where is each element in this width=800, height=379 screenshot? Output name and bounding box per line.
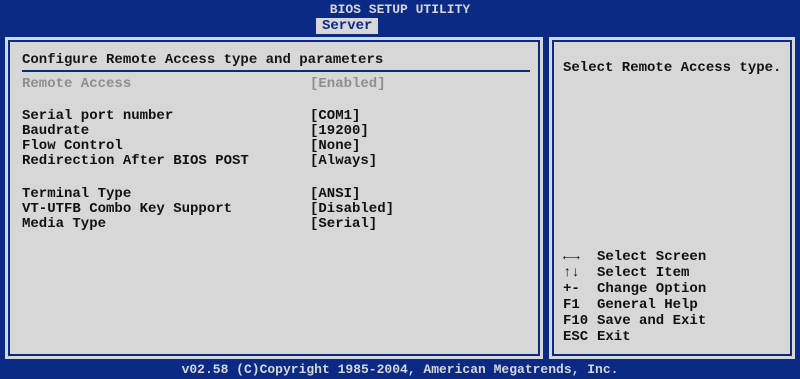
setting-redirection-label[interactable]: Redirection After BIOS POST bbox=[22, 154, 249, 169]
help-text: Select Remote Access type. bbox=[563, 60, 782, 76]
setting-terminal-type-label[interactable]: Terminal Type bbox=[22, 187, 131, 202]
setting-combo-key-label[interactable]: VT-UTFB Combo Key Support bbox=[22, 202, 232, 217]
setting-serial-port-value[interactable]: [COM1] bbox=[310, 109, 360, 124]
key-action: Save and Exit bbox=[597, 313, 707, 329]
key-action: General Help bbox=[597, 297, 698, 313]
key-legend-row: ↑↓ Select Item bbox=[563, 265, 706, 281]
setting-redirection-value[interactable]: [Always] bbox=[310, 154, 377, 169]
key-name: ESC bbox=[563, 329, 589, 345]
key-legend: ←→ Select Screen ↑↓ Select Item +- Change O… bbox=[563, 249, 706, 345]
key-legend-row: +- Change Option bbox=[563, 281, 706, 297]
setting-media-type-label[interactable]: Media Type bbox=[22, 217, 106, 232]
setting-flow-control-value[interactable]: [None] bbox=[310, 139, 360, 154]
section-separator bbox=[22, 70, 530, 72]
setting-baudrate-label[interactable]: Baudrate bbox=[22, 124, 89, 139]
setting-serial-port-label[interactable]: Serial port number bbox=[22, 109, 173, 124]
panel-divider bbox=[543, 37, 549, 359]
key-action: Change Option bbox=[597, 281, 707, 297]
arrow-up-down-icon: ↑↓ bbox=[563, 265, 580, 281]
key-legend-row: F1 General Help bbox=[563, 297, 706, 313]
footer-copyright: v02.58 (C)Copyright 1985-2004, American … bbox=[181, 362, 619, 377]
setting-combo-key-value[interactable]: [Disabled] bbox=[310, 202, 394, 217]
setting-baudrate-value[interactable]: [19200] bbox=[310, 124, 369, 139]
key-legend-row: F10 Save and Exit bbox=[563, 313, 706, 329]
key-action: Select Item bbox=[597, 265, 690, 281]
setting-terminal-type-value[interactable]: [ANSI] bbox=[310, 187, 360, 202]
section-title: Configure Remote Access type and paramet… bbox=[22, 52, 384, 68]
setting-remote-access-value: [Enabled] bbox=[310, 76, 386, 92]
key-name: +- bbox=[563, 281, 580, 297]
key-legend-row: ESC Exit bbox=[563, 329, 706, 345]
key-action: Select Screen bbox=[597, 249, 707, 265]
header: BIOS SETUP UTILITY Server bbox=[0, 0, 800, 35]
arrow-left-right-icon: ←→ bbox=[563, 249, 580, 265]
setting-remote-access-label: Remote Access bbox=[22, 76, 132, 92]
key-name: F10 bbox=[563, 313, 589, 329]
key-action: Exit bbox=[597, 329, 631, 345]
key-name: F1 bbox=[563, 297, 580, 313]
tab-server[interactable]: Server bbox=[316, 18, 379, 34]
setting-media-type-value[interactable]: [Serial] bbox=[310, 217, 377, 232]
app-title: BIOS SETUP UTILITY bbox=[329, 2, 471, 17]
key-legend-row: ←→ Select Screen bbox=[563, 249, 706, 265]
setting-flow-control-label[interactable]: Flow Control bbox=[22, 139, 123, 154]
